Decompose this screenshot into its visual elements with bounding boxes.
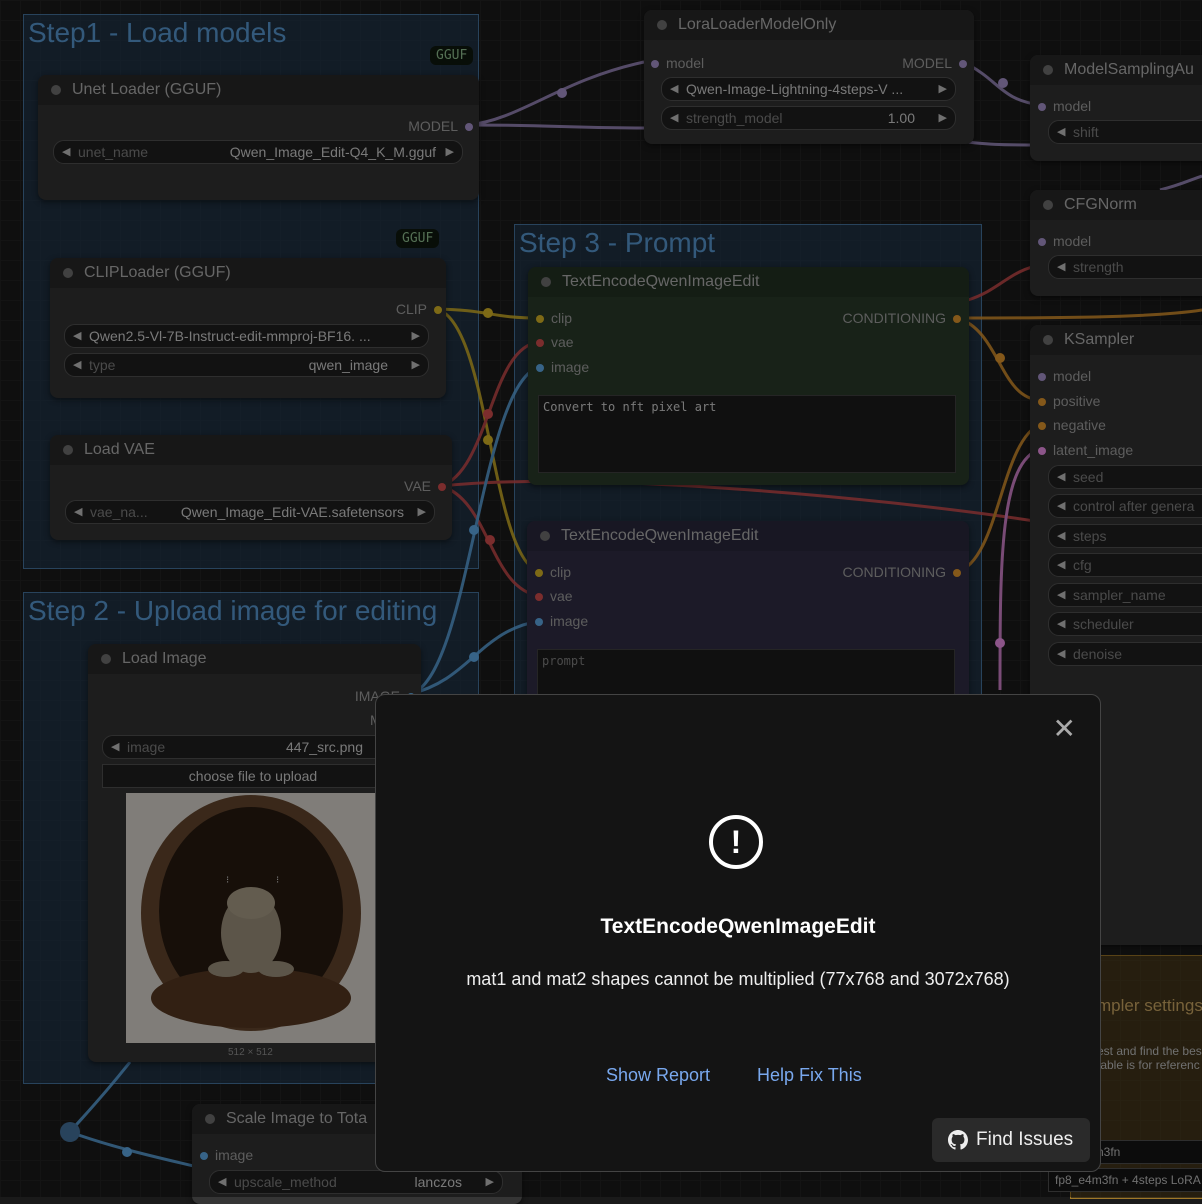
close-icon[interactable]: ✕ (1053, 715, 1076, 743)
exclamation-circle-icon: ! (709, 815, 763, 869)
find-issues-button[interactable]: Find Issues (932, 1118, 1090, 1162)
error-message: mat1 and mat2 shapes cannot be multiplie… (466, 969, 1010, 989)
error-dialog: ✕ ! TextEncodeQwenImageEdit mat1 and mat… (375, 694, 1101, 1172)
github-icon (948, 1130, 968, 1150)
find-issues-label: Find Issues (976, 1129, 1074, 1150)
help-fix-link[interactable]: Help Fix This (757, 1065, 862, 1086)
show-report-link[interactable]: Show Report (606, 1065, 710, 1086)
error-title: TextEncodeQwenImageEdit (600, 915, 876, 938)
